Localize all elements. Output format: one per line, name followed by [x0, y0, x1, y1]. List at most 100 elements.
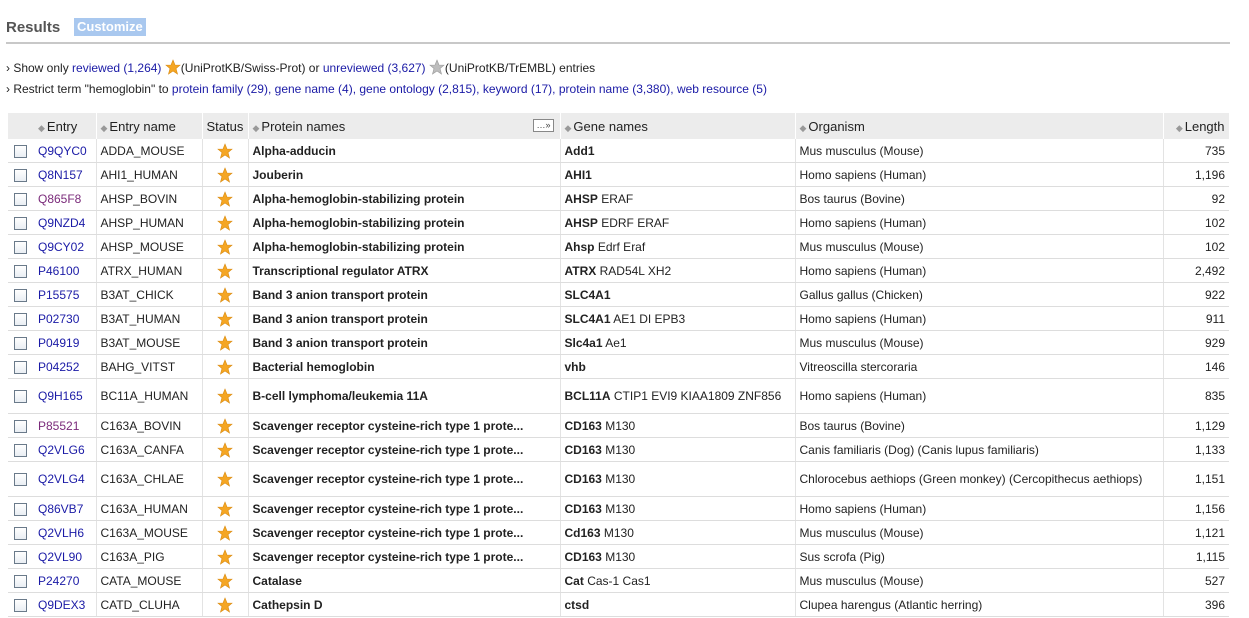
reviewed-star-icon: [217, 166, 233, 183]
entry-name-cell: B3AT_HUMAN: [96, 306, 203, 331]
gene-synonyms: Edrf Eraf: [597, 239, 646, 254]
row-checkbox[interactable]: [14, 144, 27, 158]
header-gene-names[interactable]: ◆ Gene names: [560, 113, 796, 139]
gene-primary: Cat: [564, 573, 584, 588]
gene-names-cell: CD163 M130: [560, 413, 796, 438]
restrict-gene-ontology-link[interactable]: gene ontology (2,815),: [359, 82, 479, 96]
entry-link[interactable]: Q9DEX3: [38, 598, 85, 612]
organism-cell: Bos taurus (Bovine): [795, 413, 1164, 438]
protein-name-cell: Alpha-hemoglobin-stabilizing protein: [248, 186, 561, 211]
row-select-cell: [8, 496, 34, 521]
entry-link[interactable]: Q9H165: [38, 389, 83, 403]
header-organism-label: Organism: [808, 118, 865, 134]
row-select-cell: [8, 234, 34, 259]
table-row: P85521 C163A_BOVIN Scavenger receptor cyst…: [8, 413, 1229, 438]
restrict-keyword-link[interactable]: keyword (17),: [483, 82, 556, 96]
header-entry-name[interactable]: ◆ Entry name: [96, 113, 203, 139]
reviewed-star-icon: [217, 358, 233, 375]
entry-link[interactable]: P85521: [38, 419, 79, 433]
entry-name-cell: BC11A_HUMAN: [96, 378, 203, 414]
restrict-protein-family-link[interactable]: protein family (29),: [172, 82, 271, 96]
entry-link[interactable]: Q9CY02: [38, 240, 84, 254]
entry-link[interactable]: Q9QYC0: [38, 144, 87, 158]
unreviewed-link[interactable]: unreviewed (3,627): [323, 61, 426, 75]
row-checkbox[interactable]: [14, 574, 27, 588]
reviewed-star-icon: [217, 310, 233, 327]
table-row: Q8N157 AHI1_HUMAN Jouberin AHI1 Homo sapien…: [8, 162, 1229, 187]
entry-link[interactable]: Q86VB7: [38, 502, 83, 516]
entry-link[interactable]: Q8N157: [38, 168, 83, 182]
table-row: Q9QYC0 ADDA_MOUSE Alpha-adducin Add1 Mus mu…: [8, 139, 1229, 163]
entry-link[interactable]: P04919: [38, 336, 79, 350]
header-protein-names[interactable]: ◆ Protein names …»: [248, 113, 561, 139]
entry-link[interactable]: Q2VLG6: [38, 443, 85, 457]
entry-cell: Q2VL90: [34, 544, 97, 569]
reviewed-star-icon: [217, 524, 233, 541]
restrict-gene-name-link[interactable]: gene name (4),: [275, 82, 356, 96]
status-cell: [202, 437, 249, 462]
row-checkbox[interactable]: [14, 419, 27, 433]
expand-column-icon[interactable]: …»: [533, 119, 554, 132]
row-checkbox[interactable]: [14, 216, 27, 230]
entry-name-cell: C163A_MOUSE: [96, 520, 203, 545]
row-checkbox[interactable]: [14, 502, 27, 516]
results-table: ◆ Entry ◆ Entry name Status ◆ Protein names…: [8, 113, 1230, 617]
row-select-cell: [8, 354, 34, 379]
row-checkbox[interactable]: [14, 360, 27, 374]
entry-link[interactable]: Q2VL90: [38, 550, 82, 564]
row-checkbox[interactable]: [14, 526, 27, 540]
row-checkbox[interactable]: [14, 168, 27, 182]
row-select-cell: [8, 282, 34, 307]
entry-link[interactable]: Q9NZD4: [38, 216, 85, 230]
entry-link[interactable]: P02730: [38, 312, 79, 326]
reviewed-star-icon: [217, 471, 233, 487]
entry-link[interactable]: Q865F8: [38, 192, 81, 206]
entry-link[interactable]: P04252: [38, 360, 79, 374]
protein-name-cell: B-cell lymphoma/leukemia 11A: [248, 378, 561, 414]
row-checkbox[interactable]: [14, 264, 27, 278]
header-status[interactable]: Status: [202, 113, 249, 139]
length-cell: 1,151: [1163, 461, 1229, 497]
row-select-cell: [8, 162, 34, 187]
length-cell: 146: [1163, 354, 1229, 379]
gene-synonyms: M130: [605, 501, 636, 516]
gene-names-cell: SLC4A1: [560, 282, 796, 307]
restrict-web-resource-link[interactable]: web resource (5): [677, 82, 767, 96]
entry-link[interactable]: P24270: [38, 574, 79, 588]
sort-icon: ◆: [564, 122, 572, 133]
organism-cell: Homo sapiens (Human): [795, 258, 1164, 283]
row-checkbox[interactable]: [14, 192, 27, 206]
header-length[interactable]: ◆ Length: [1163, 113, 1230, 139]
customize-button[interactable]: Customize: [74, 18, 146, 36]
gene-synonyms: AE1 DI EPB3: [613, 311, 686, 326]
entry-link[interactable]: Q2VLG4: [38, 472, 85, 486]
reviewed-star-icon: [217, 238, 233, 255]
row-checkbox[interactable]: [14, 473, 27, 487]
row-checkbox[interactable]: [14, 240, 27, 254]
table-row: P02730 B3AT_HUMAN Band 3 anion transport p…: [8, 306, 1229, 331]
reviewed-link[interactable]: reviewed (1,264): [72, 61, 161, 75]
entry-link[interactable]: Q2VLH6: [38, 526, 84, 540]
header-entry[interactable]: ◆ Entry: [34, 113, 97, 139]
row-checkbox[interactable]: [14, 550, 27, 564]
organism-cell: Chlorocebus aethiops (Green monkey) (Cer…: [795, 461, 1164, 497]
entry-link[interactable]: P15575: [38, 288, 79, 302]
row-checkbox[interactable]: [14, 288, 27, 302]
entry-link[interactable]: P46100: [38, 264, 79, 278]
organism-cell: Mus musculus (Mouse): [795, 139, 1164, 163]
unreviewed-star-icon: [429, 59, 445, 75]
protein-name-cell: Cathepsin D: [248, 592, 561, 617]
status-cell: [202, 354, 249, 379]
gene-names-cell: ATRX RAD54L XH2: [560, 258, 796, 283]
protein-name-cell: Scavenger receptor cysteine-rich type 1 …: [248, 520, 561, 545]
gene-synonyms: M130: [605, 549, 636, 564]
status-cell: [202, 461, 249, 497]
row-checkbox[interactable]: [14, 598, 27, 612]
header-organism[interactable]: ◆ Organism: [795, 113, 1164, 139]
length-cell: 1,156: [1163, 496, 1229, 521]
row-checkbox[interactable]: [14, 443, 27, 457]
row-checkbox[interactable]: [14, 312, 27, 326]
restrict-protein-name-link[interactable]: protein name (3,380),: [559, 82, 674, 96]
row-checkbox[interactable]: [14, 390, 27, 404]
row-checkbox[interactable]: [14, 336, 27, 350]
